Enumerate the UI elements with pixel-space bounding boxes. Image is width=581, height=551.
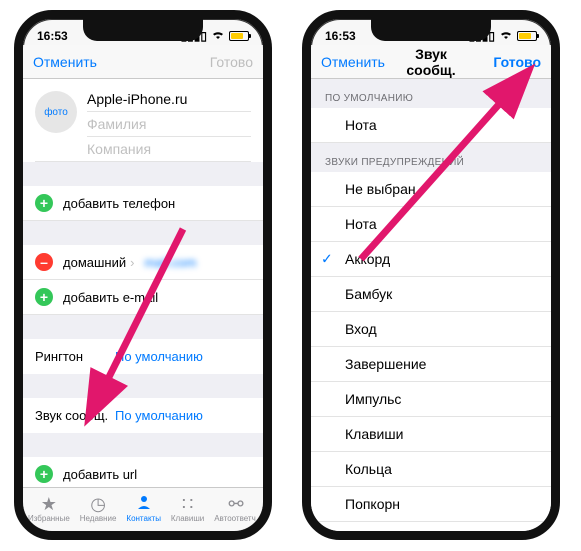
add-url-row[interactable]: + добавить url — [23, 457, 263, 487]
nav-title: Звук сообщ. — [391, 46, 471, 78]
notch — [371, 19, 491, 41]
minus-icon: – — [35, 253, 53, 271]
add-email-label: добавить e-mail — [63, 290, 158, 305]
sound-item[interactable]: Попкорн — [311, 487, 551, 522]
photo-button[interactable]: фото — [35, 91, 77, 133]
done-button[interactable]: Готово — [471, 54, 541, 70]
phone-left: 16:53 ▮▮▮▯ Отменить Готово фото Apple-iP… — [14, 10, 272, 540]
text-sound-value: По умолчанию — [115, 408, 203, 423]
surname-field[interactable]: Фамилия — [87, 112, 251, 137]
tab-contacts[interactable]: Контакты — [126, 494, 161, 523]
done-button[interactable]: Готово — [183, 54, 253, 70]
email-type-label: домашний — [63, 255, 126, 270]
star-icon: ★ — [41, 495, 57, 513]
company-field[interactable]: Компания — [35, 137, 251, 162]
plus-icon: + — [35, 288, 53, 306]
clock-icon: ◷ — [90, 495, 106, 513]
ringtone-row[interactable]: Рингтон По умолчанию — [23, 339, 263, 374]
cancel-button[interactable]: Отменить — [321, 54, 391, 70]
ringtone-value: По умолчанию — [115, 349, 203, 364]
tab-bar: ★ Избранные ◷ Недавние Контакты ∷ Клавиш… — [23, 487, 263, 531]
wifi-icon — [499, 29, 513, 43]
text-sound-label: Звук сообщ. — [35, 408, 115, 423]
tab-keypad[interactable]: ∷ Клавиши — [171, 495, 204, 523]
sound-item[interactable]: Привет! — [311, 522, 551, 531]
tab-recents[interactable]: ◷ Недавние — [80, 495, 117, 523]
cancel-button[interactable]: Отменить — [33, 54, 103, 70]
contacts-icon — [134, 494, 154, 513]
battery-icon — [229, 31, 249, 41]
ringtone-label: Рингтон — [35, 349, 115, 364]
navbar: Отменить Звук сообщ. Готово — [311, 45, 551, 79]
navbar: Отменить Готово — [23, 45, 263, 79]
status-time: 16:53 — [37, 29, 68, 43]
sound-item[interactable]: ✓Аккорд — [311, 242, 551, 277]
email-value: mail.com — [144, 255, 196, 270]
notch — [83, 19, 203, 41]
status-time: 16:53 — [325, 29, 356, 43]
sound-item[interactable]: Завершение — [311, 347, 551, 382]
add-phone-label: добавить телефон — [63, 196, 175, 211]
keypad-icon: ∷ — [182, 495, 193, 513]
sound-item[interactable]: Вход — [311, 312, 551, 347]
email-row[interactable]: – домашний › mail.com — [23, 245, 263, 280]
wifi-icon — [211, 29, 225, 43]
section-default-header: ПО УМОЛЧАНИЮ — [311, 79, 551, 108]
first-name-field[interactable]: Apple-iPhone.ru — [87, 87, 251, 112]
check-icon: ✓ — [321, 251, 333, 268]
contact-edit-form: фото Apple-iPhone.ru Фамилия Компания + … — [23, 79, 263, 487]
sound-item[interactable]: Импульс — [311, 382, 551, 417]
battery-icon — [517, 31, 537, 41]
tab-favorites[interactable]: ★ Избранные — [28, 495, 70, 523]
tab-voicemail[interactable]: ⚯ Автоответч. — [214, 495, 258, 523]
section-alerts-header: ЗВУКИ ПРЕДУПРЕЖДЕНИЙ — [311, 143, 551, 172]
sound-list[interactable]: ПО УМОЛЧАНИЮ Нота ЗВУКИ ПРЕДУПРЕЖДЕНИЙ Н… — [311, 79, 551, 531]
sound-item[interactable]: Кольца — [311, 452, 551, 487]
add-email-row[interactable]: + добавить e-mail — [23, 280, 263, 315]
sound-item[interactable]: Не выбран — [311, 172, 551, 207]
sound-item[interactable]: Нота — [311, 207, 551, 242]
voicemail-icon: ⚯ — [229, 495, 244, 513]
add-phone-row[interactable]: + добавить телефон — [23, 186, 263, 221]
text-sound-row[interactable]: Звук сообщ. По умолчанию — [23, 398, 263, 433]
plus-icon: + — [35, 465, 53, 483]
add-url-label: добавить url — [63, 467, 137, 482]
sound-item-default[interactable]: Нота — [311, 108, 551, 143]
phone-right: 16:53 ▮▮▮▯ Отменить Звук сообщ. Готово П… — [302, 10, 560, 540]
sound-item[interactable]: Клавиши — [311, 417, 551, 452]
plus-icon: + — [35, 194, 53, 212]
sound-item[interactable]: Бамбук — [311, 277, 551, 312]
